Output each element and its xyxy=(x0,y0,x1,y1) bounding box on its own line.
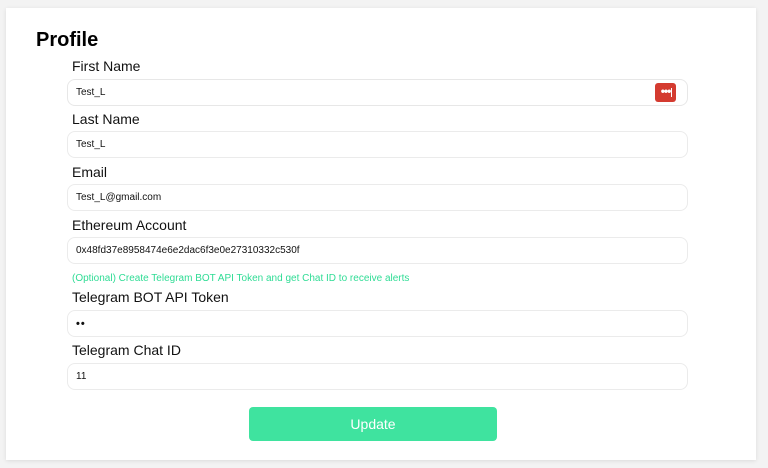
first-name-label: First Name xyxy=(72,58,141,74)
telegram-token-field[interactable]: •• xyxy=(67,310,688,337)
telegram-chat-id-field[interactable]: 11 xyxy=(67,363,688,390)
last-name-value: Test_L xyxy=(76,139,106,150)
ethereum-account-field[interactable]: 0x48fd37e8958474e6e2dac6f3e0e27310332c53… xyxy=(67,237,688,264)
email-value: Test_L@gmail.com xyxy=(76,192,162,203)
telegram-hint-text: (Optional) Create Telegram BOT API Token… xyxy=(72,273,410,284)
email-label: Email xyxy=(72,164,108,180)
page-title: Profile xyxy=(36,29,99,51)
first-name-value: Test_L xyxy=(76,87,106,98)
profile-card: Profile First Name Test_L ••• Last Name … xyxy=(6,8,756,460)
ethereum-account-value: 0x48fd37e8958474e6e2dac6f3e0e27310332c53… xyxy=(76,245,300,256)
telegram-chat-id-label: Telegram Chat ID xyxy=(72,342,181,358)
last-name-label: Last Name xyxy=(72,111,140,127)
ethereum-account-label: Ethereum Account xyxy=(72,217,187,233)
password-manager-icon[interactable]: ••• xyxy=(655,83,676,102)
first-name-field[interactable]: Test_L ••• xyxy=(67,79,688,106)
last-name-field[interactable]: Test_L xyxy=(67,131,688,158)
email-field[interactable]: Test_L@gmail.com xyxy=(67,184,688,211)
telegram-token-label: Telegram BOT API Token xyxy=(72,289,229,305)
update-button[interactable]: Update xyxy=(249,407,497,441)
telegram-chat-id-value: 11 xyxy=(76,371,87,382)
telegram-token-value: •• xyxy=(76,317,86,330)
